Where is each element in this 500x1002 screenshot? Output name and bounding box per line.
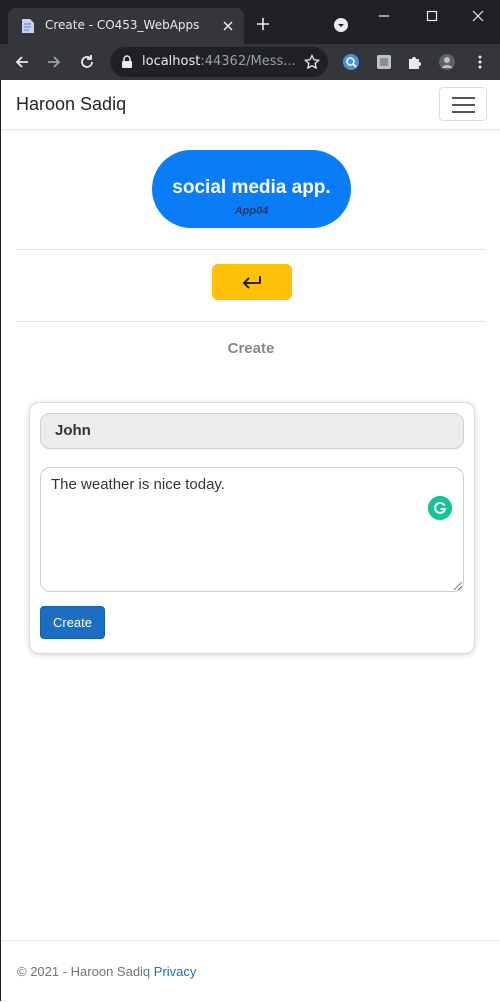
create-button[interactable]: Create — [40, 606, 105, 639]
footer-text: © 2021 - Haroon Sadiq Privacy — [17, 964, 196, 979]
divider — [17, 321, 486, 322]
navbar-brand[interactable]: Haroon Sadiq — [16, 94, 126, 115]
back-arrow-icon[interactable] — [13, 53, 31, 71]
navbar: Haroon Sadiq — [1, 80, 500, 130]
url-host: localhost — [142, 54, 201, 69]
forward-arrow-icon[interactable] — [45, 53, 63, 71]
copyright-text: © 2021 - Haroon Sadiq — [17, 964, 154, 979]
resize-handle-icon[interactable] — [454, 582, 462, 590]
minimize-icon[interactable] — [376, 8, 392, 24]
hamburger-icon-bar — [452, 111, 475, 113]
reload-icon[interactable] — [78, 53, 96, 71]
footer: © 2021 - Haroon Sadiq Privacy — [1, 940, 500, 1002]
logo-subtitle: App04 — [234, 205, 269, 217]
grammarly-icon[interactable] — [428, 496, 452, 520]
logo-title: social media app. — [172, 177, 331, 198]
extension-box-icon[interactable] — [375, 53, 393, 71]
app-logo: social media app. App04 — [152, 150, 351, 228]
back-button[interactable] — [212, 264, 292, 300]
new-tab-icon[interactable] — [255, 16, 271, 32]
address-bar[interactable]: localhost:44362/Mess... — [110, 47, 328, 77]
profile-avatar[interactable] — [438, 53, 456, 71]
return-arrow-icon — [242, 276, 261, 289]
browser-tabstrip: Create - CO453_WebApps — [0, 0, 500, 44]
url-path: :44362/Mess... — [200, 54, 296, 69]
bookmark-star-icon[interactable] — [304, 54, 320, 70]
page-icon — [22, 19, 34, 33]
page-title: Create — [227, 340, 275, 357]
privacy-link[interactable]: Privacy — [154, 964, 197, 979]
tab-search-icon[interactable] — [333, 17, 349, 33]
close-tab-icon[interactable] — [220, 18, 236, 34]
page-content: Haroon Sadiq social media app. App04 Cre… — [0, 80, 500, 1001]
browser-tab[interactable]: Create - CO453_WebApps — [8, 8, 244, 44]
browser-toolbar: localhost:44362/Mess... — [0, 44, 500, 80]
maximize-icon[interactable] — [424, 8, 440, 24]
close-window-icon[interactable] — [470, 8, 486, 24]
hamburger-icon-bar — [452, 97, 475, 99]
tab-title: Create - CO453_WebApps — [45, 18, 200, 32]
lock-icon — [122, 55, 132, 68]
more-menu-icon[interactable] — [471, 53, 489, 71]
create-form-card: John The weather is nice today. Create — [29, 402, 475, 654]
hamburger-icon-bar — [452, 104, 475, 106]
navbar-toggler-button[interactable] — [439, 87, 487, 121]
message-textarea[interactable]: The weather is nice today. — [40, 467, 464, 592]
extension-search-icon[interactable] — [342, 53, 360, 71]
name-input[interactable]: John — [40, 413, 464, 449]
divider — [17, 249, 486, 250]
extensions-puzzle-icon[interactable] — [406, 53, 424, 71]
